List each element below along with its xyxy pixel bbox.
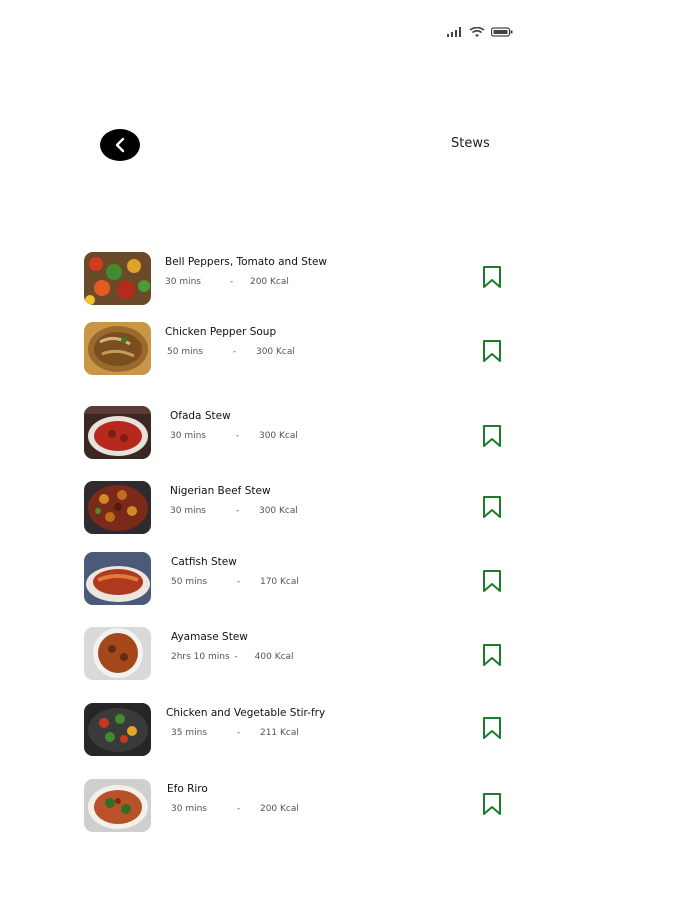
recipe-meta: 2hrs 10 mins - 400 Kcal: [171, 652, 294, 662]
recipe-name: Ofada Stew: [170, 410, 231, 422]
meta-separator: -: [229, 277, 234, 287]
recipe-name: Nigerian Beef Stew: [170, 485, 271, 497]
bookmark-icon[interactable]: [482, 339, 502, 363]
meta-separator: -: [236, 728, 241, 738]
recipe-row[interactable]: Chicken Pepper Soup 50 mins - 300 Kcal: [84, 322, 514, 380]
bookmark-icon[interactable]: [482, 643, 502, 667]
recipe-name: Bell Peppers, Tomato and Stew: [165, 256, 328, 268]
recipe-meta: 30 mins - 200 Kcal: [165, 277, 289, 287]
recipe-thumbnail: [84, 552, 151, 605]
recipe-kcal: 200 Kcal: [249, 277, 289, 287]
recipe-meta: 50 mins - 300 Kcal: [167, 347, 295, 357]
recipe-thumbnail: [84, 481, 151, 534]
bookmark-icon[interactable]: [482, 716, 502, 740]
recipe-row[interactable]: Efo Riro 30 mins - 200 Kcal: [84, 779, 514, 837]
recipe-time: 2hrs 10 mins: [171, 652, 230, 662]
recipe-kcal: 200 Kcal: [259, 804, 299, 814]
bookmark-icon[interactable]: [482, 792, 502, 816]
back-button[interactable]: [100, 129, 140, 161]
meta-separator: -: [235, 431, 240, 441]
recipe-kcal: 300 Kcal: [258, 506, 298, 516]
recipe-time: 30 mins: [165, 277, 201, 287]
recipe-name: Efo Riro: [167, 783, 208, 795]
recipe-meta: 30 mins - 300 Kcal: [170, 431, 298, 441]
recipe-row[interactable]: Chicken and Vegetable Stir-fry 35 mins -…: [84, 703, 514, 761]
recipe-meta: 30 mins - 200 Kcal: [171, 804, 299, 814]
recipe-meta: 50 mins - 170 Kcal: [171, 577, 299, 587]
recipe-time: 30 mins: [170, 431, 206, 441]
recipe-time: 30 mins: [171, 804, 207, 814]
meta-separator: -: [235, 506, 240, 516]
recipe-meta: 30 mins - 300 Kcal: [170, 506, 298, 516]
recipe-name: Catfish Stew: [171, 556, 237, 568]
recipe-thumbnail: [84, 406, 151, 459]
recipe-kcal: 300 Kcal: [258, 431, 298, 441]
bookmark-icon[interactable]: [482, 424, 502, 448]
recipe-meta: 35 mins - 211 Kcal: [171, 728, 299, 738]
status-bar: [447, 27, 513, 37]
recipe-kcal: 211 Kcal: [259, 728, 299, 738]
meta-separator: -: [232, 347, 237, 357]
recipe-name: Ayamase Stew: [171, 631, 248, 643]
chevron-left-icon: [115, 137, 125, 153]
recipe-time: 30 mins: [170, 506, 206, 516]
bookmark-icon[interactable]: [482, 265, 502, 289]
recipe-kcal: 170 Kcal: [259, 577, 299, 587]
recipe-row[interactable]: Ofada Stew 30 mins - 300 Kcal: [84, 406, 514, 464]
recipe-thumbnail: [84, 322, 151, 375]
bookmark-icon[interactable]: [482, 495, 502, 519]
recipe-thumbnail: [84, 252, 151, 305]
recipe-row[interactable]: Nigerian Beef Stew 30 mins - 300 Kcal: [84, 481, 514, 539]
recipe-thumbnail: [84, 627, 151, 680]
recipe-time: 50 mins: [167, 347, 203, 357]
wifi-icon: [469, 27, 485, 37]
signal-icon: [447, 27, 461, 37]
meta-separator: -: [234, 652, 238, 662]
recipe-thumbnail: [84, 703, 151, 756]
recipe-thumbnail: [84, 779, 151, 832]
recipe-kcal: 400 Kcal: [254, 652, 294, 662]
recipe-time: 50 mins: [171, 577, 207, 587]
recipe-row[interactable]: Catfish Stew 50 mins - 170 Kcal: [84, 552, 514, 610]
recipe-time: 35 mins: [171, 728, 207, 738]
recipe-name: Chicken Pepper Soup: [165, 326, 277, 338]
bookmark-icon[interactable]: [482, 569, 502, 593]
recipe-row[interactable]: Bell Peppers, Tomato and Stew 30 mins - …: [84, 252, 514, 310]
battery-icon: [491, 27, 513, 37]
meta-separator: -: [236, 577, 241, 587]
meta-separator: -: [236, 804, 241, 814]
recipe-row[interactable]: Ayamase Stew 2hrs 10 mins - 400 Kcal: [84, 627, 514, 685]
recipe-kcal: 300 Kcal: [255, 347, 295, 357]
recipe-name: Chicken and Vegetable Stir-fry: [166, 707, 326, 719]
page-title: Stews: [451, 136, 490, 151]
